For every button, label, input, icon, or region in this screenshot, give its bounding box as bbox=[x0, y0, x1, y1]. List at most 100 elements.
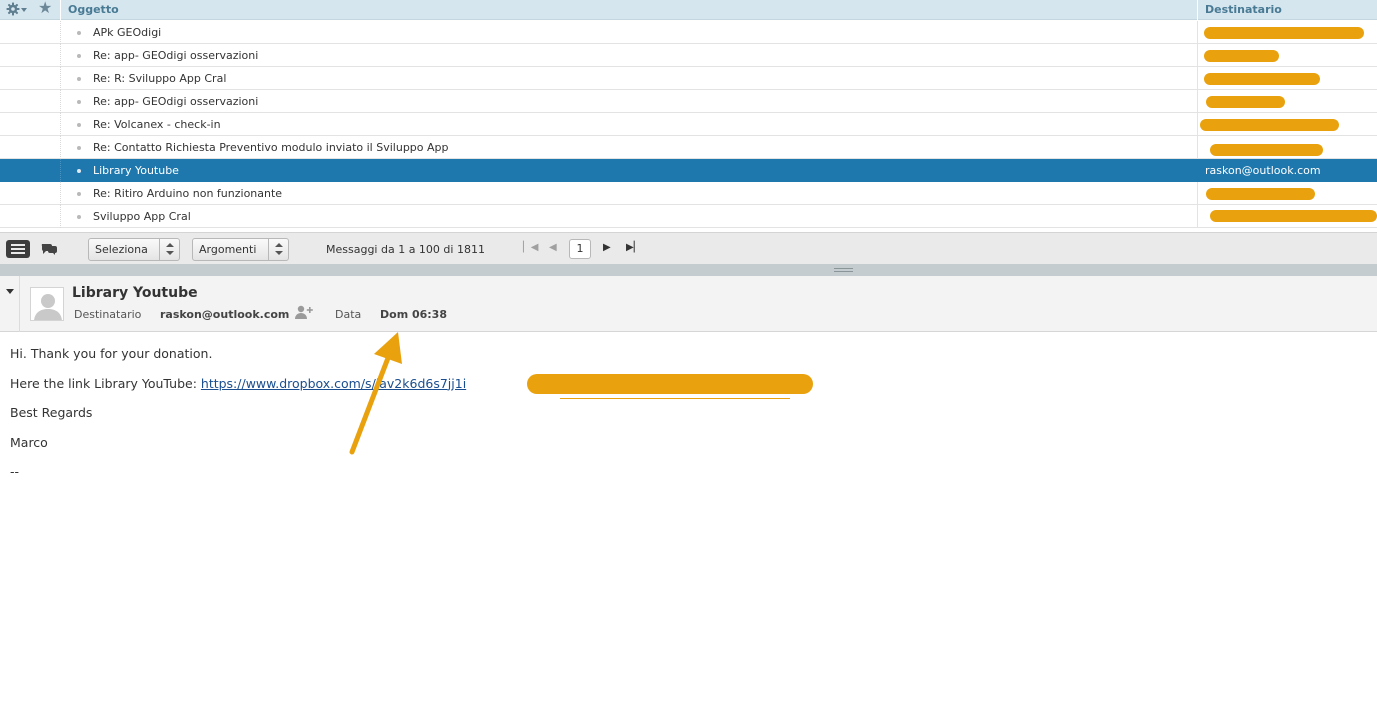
row-subject: APk GEOdigi bbox=[93, 26, 162, 39]
prev-page-icon[interactable]: ◀ bbox=[549, 242, 557, 254]
next-page-icon[interactable]: ▶ bbox=[603, 242, 611, 254]
redaction-mark bbox=[1204, 50, 1279, 62]
row-subject: Re: Volcanex - check-in bbox=[93, 118, 221, 131]
arrow-annotation bbox=[349, 332, 402, 455]
row-divider bbox=[1197, 182, 1198, 205]
unread-dot-icon bbox=[77, 192, 81, 196]
row-divider bbox=[60, 113, 61, 136]
list-view-icon-line bbox=[11, 248, 25, 250]
threads-dropdown-label: Argomenti bbox=[199, 243, 257, 256]
table-row[interactable]: Sviluppo App Cral bbox=[0, 205, 1377, 228]
signature-separator: -- bbox=[10, 464, 20, 479]
row-divider bbox=[60, 205, 61, 228]
star-icon[interactable]: ★ bbox=[38, 0, 52, 16]
redaction-mark bbox=[1204, 73, 1320, 85]
row-divider bbox=[1197, 44, 1198, 67]
gear-icon[interactable] bbox=[6, 2, 20, 16]
redaction-mark bbox=[1200, 119, 1339, 131]
column-header-recipient[interactable]: Destinatario bbox=[1205, 3, 1282, 16]
body-line: Best Regards bbox=[10, 405, 93, 420]
thread-view-icon[interactable] bbox=[40, 241, 58, 257]
row-recipient: raskon@outlook.com bbox=[1205, 164, 1321, 177]
redaction-mark bbox=[1210, 210, 1377, 222]
threads-dropdown[interactable]: Argomenti bbox=[192, 238, 289, 261]
row-subject: Re: Ritiro Arduino non funzionante bbox=[93, 187, 283, 200]
page-number-input[interactable]: 1 bbox=[569, 239, 591, 259]
add-contact-icon[interactable] bbox=[295, 305, 315, 319]
splitter-grip[interactable] bbox=[834, 268, 853, 269]
message-header: Library Youtube Destinatario raskon@outl… bbox=[0, 276, 1377, 332]
collapse-header-button[interactable] bbox=[0, 276, 20, 332]
table-row[interactable]: APk GEOdigi bbox=[0, 21, 1377, 44]
row-divider bbox=[1197, 21, 1198, 44]
select-dropdown[interactable]: Seleziona bbox=[88, 238, 180, 261]
row-subject: Re: app- GEOdigi osservazioni bbox=[93, 49, 259, 62]
row-divider bbox=[60, 136, 61, 159]
message-body: Hi. Thank you for your donation. Here th… bbox=[10, 345, 1360, 493]
splitter-grip[interactable] bbox=[834, 271, 853, 272]
row-divider bbox=[1197, 136, 1198, 159]
list-view-icon-line bbox=[11, 252, 25, 254]
list-toolbar: Seleziona Argomenti Messaggi da 1 a 100 … bbox=[0, 232, 1377, 264]
unread-dot-icon bbox=[77, 54, 81, 58]
list-tools: ★ bbox=[0, 0, 61, 20]
row-divider bbox=[1197, 159, 1198, 182]
avatar-icon bbox=[34, 294, 62, 320]
row-subject: Library Youtube bbox=[93, 164, 179, 177]
chevron-down-icon[interactable] bbox=[21, 8, 27, 12]
row-divider bbox=[60, 182, 61, 205]
select-dropdown-label: Seleziona bbox=[95, 243, 148, 256]
table-row[interactable]: Re: Contatto Richiesta Preventivo modulo… bbox=[0, 136, 1377, 159]
unread-dot-icon bbox=[77, 215, 81, 219]
list-header: ★ Oggetto Destinatario bbox=[0, 0, 1377, 20]
message-count: Messaggi da 1 a 100 di 1811 bbox=[326, 243, 485, 256]
chevron-updown-icon bbox=[159, 239, 179, 260]
table-row[interactable]: Re: app- GEOdigi osservazioni bbox=[0, 90, 1377, 113]
redaction-mark bbox=[1204, 27, 1364, 39]
avatar bbox=[30, 287, 64, 321]
column-header-subject[interactable]: Oggetto bbox=[68, 3, 119, 16]
row-divider bbox=[60, 67, 61, 90]
row-divider bbox=[60, 44, 61, 67]
unread-dot-icon bbox=[77, 146, 81, 150]
date-value: Dom 06:38 bbox=[380, 308, 447, 321]
row-subject: Re: R: Sviluppo App Cral bbox=[93, 72, 227, 85]
unread-dot-icon bbox=[77, 100, 81, 104]
chevron-updown-icon bbox=[268, 239, 288, 260]
pane-splitter[interactable] bbox=[0, 264, 1377, 276]
recipient-label: Destinatario bbox=[74, 308, 142, 321]
date-label: Data bbox=[335, 308, 362, 321]
row-divider bbox=[1197, 113, 1198, 136]
row-divider bbox=[60, 159, 61, 182]
redaction-mark bbox=[1210, 144, 1323, 156]
table-row-selected[interactable]: Library Youtube raskon@outlook.com bbox=[0, 159, 1377, 182]
list-view-icon-line bbox=[11, 244, 25, 246]
row-divider bbox=[1197, 67, 1198, 90]
unread-dot-icon bbox=[77, 123, 81, 127]
recipient-value[interactable]: raskon@outlook.com bbox=[160, 308, 289, 321]
table-row[interactable]: Re: Volcanex - check-in bbox=[0, 113, 1377, 136]
row-subject: Re: Contatto Richiesta Preventivo modulo… bbox=[93, 141, 449, 154]
last-page-icon[interactable]: ▶▏ bbox=[626, 242, 641, 254]
redaction-mark bbox=[1206, 96, 1285, 108]
message-rows: APk GEOdigi Re: app- GEOdigi osservazion… bbox=[0, 21, 1377, 228]
body-line: Hi. Thank you for your donation. bbox=[10, 346, 213, 361]
message-subject: Library Youtube bbox=[72, 285, 198, 301]
row-divider bbox=[1197, 205, 1198, 228]
redaction-mark bbox=[560, 398, 790, 399]
row-divider bbox=[1197, 90, 1198, 113]
row-divider bbox=[60, 21, 61, 44]
row-subject: Re: app- GEOdigi osservazioni bbox=[93, 95, 259, 108]
table-row[interactable]: Re: Ritiro Arduino non funzionante bbox=[0, 182, 1377, 205]
body-line: Marco bbox=[10, 434, 48, 450]
list-view-icon[interactable] bbox=[6, 240, 30, 258]
first-page-icon[interactable]: ▏◀ bbox=[523, 242, 538, 254]
table-row[interactable]: Re: R: Sviluppo App Cral bbox=[0, 67, 1377, 90]
redaction-mark bbox=[1206, 188, 1315, 200]
table-row[interactable]: Re: app- GEOdigi osservazioni bbox=[0, 44, 1377, 67]
column-divider[interactable] bbox=[1197, 0, 1198, 20]
unread-dot-icon bbox=[77, 77, 81, 81]
row-subject: Sviluppo App Cral bbox=[93, 210, 191, 223]
message-list: ★ Oggetto Destinatario APk GEOdigi Re: a… bbox=[0, 0, 1377, 232]
row-divider bbox=[60, 90, 61, 113]
